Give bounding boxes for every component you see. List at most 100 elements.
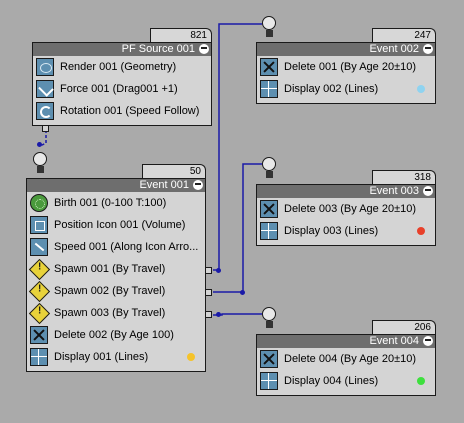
operator-delete-001[interactable]: Delete 001 (By Age 20±10) — [257, 56, 435, 78]
particle-count: 50 — [189, 166, 201, 177]
event-001-box[interactable]: Event 001 Birth 001 (0-100 T:100) Positi… — [26, 178, 206, 372]
operator-rotation[interactable]: Rotation 001 (Speed Follow) — [33, 100, 211, 122]
speed-icon — [30, 238, 48, 256]
render-icon — [36, 58, 54, 76]
spawn-icon — [28, 258, 51, 281]
operator-birth[interactable]: Birth 001 (0-100 T:100) — [27, 192, 205, 214]
operator-delete-004[interactable]: Delete 004 (By Age 20±10) — [257, 348, 435, 370]
node-title-bar[interactable]: Event 001 — [27, 179, 205, 192]
operator-label: Delete 003 (By Age 20±10) — [284, 203, 417, 215]
event-004-input-socket[interactable] — [262, 307, 276, 321]
particle-count-tab: 206 — [372, 320, 436, 334]
event-003-box[interactable]: Event 003 Delete 003 (By Age 20±10) Disp… — [256, 184, 436, 246]
delete-icon — [260, 200, 278, 218]
operator-label: Delete 004 (By Age 20±10) — [284, 353, 417, 365]
input-stem — [266, 171, 273, 178]
wire-spawn-002-to-event-003 — [213, 163, 262, 293]
event-002-input-socket[interactable] — [262, 16, 276, 30]
operator-label: Spawn 003 (By Travel) — [54, 307, 166, 319]
pf-source-box[interactable]: PF Source 001 Render 001 (Geometry) Forc… — [32, 42, 212, 126]
operator-label: Display 002 (Lines) — [284, 83, 379, 95]
wire-junction-dot — [37, 142, 42, 147]
particle-count: 821 — [190, 30, 207, 41]
particle-count-tab: 318 — [372, 170, 436, 184]
operator-speed[interactable]: Speed 001 (Along Icon Arro... — [27, 236, 205, 258]
spawn-001-output-port[interactable] — [205, 267, 212, 274]
operator-force[interactable]: Force 001 (Drag001 +1) — [33, 78, 211, 100]
wire-junction-dot — [216, 312, 221, 317]
operator-delete-003[interactable]: Delete 003 (By Age 20±10) — [257, 198, 435, 220]
operator-label: Spawn 001 (By Travel) — [54, 263, 166, 275]
operator-display-003[interactable]: Display 003 (Lines) — [257, 220, 435, 242]
event-003-input-socket[interactable] — [262, 157, 276, 171]
display-icon — [260, 372, 278, 390]
birth-icon — [30, 194, 48, 212]
node-title: Event 003 — [369, 185, 419, 197]
node-title-bar[interactable]: Event 002 — [257, 43, 435, 56]
node-title: Event 002 — [369, 43, 419, 55]
display-color-dot[interactable] — [417, 85, 425, 93]
spawn-icon — [28, 302, 51, 325]
particle-count: 247 — [414, 30, 431, 41]
operator-display-001[interactable]: Display 001 (Lines) — [27, 346, 205, 368]
node-title-bar[interactable]: Event 004 — [257, 335, 435, 348]
spawn-icon — [28, 280, 51, 303]
position-icon — [30, 216, 48, 234]
delete-icon — [260, 58, 278, 76]
delete-icon — [30, 326, 48, 344]
node-title-bar[interactable]: PF Source 001 — [33, 43, 211, 56]
skull-icon[interactable] — [423, 186, 433, 196]
operator-label: Rotation 001 (Speed Follow) — [60, 105, 200, 117]
display-color-dot[interactable] — [187, 353, 195, 361]
particle-count-tab: 821 — [150, 28, 212, 42]
particle-count-tab: 247 — [372, 28, 436, 42]
force-icon — [36, 80, 54, 98]
node-title: PF Source 001 — [121, 43, 195, 55]
operator-label: Speed 001 (Along Icon Arro... — [54, 241, 199, 253]
input-stem — [266, 30, 273, 37]
operator-label: Display 003 (Lines) — [284, 225, 379, 237]
wire-spawn-001-to-event-002 — [213, 23, 262, 271]
node-title-bar[interactable]: Event 003 — [257, 185, 435, 198]
node-title: Event 001 — [139, 179, 189, 191]
particle-count: 318 — [414, 172, 431, 183]
operator-label: Render 001 (Geometry) — [60, 61, 177, 73]
operator-render[interactable]: Render 001 (Geometry) — [33, 56, 211, 78]
operator-display-002[interactable]: Display 002 (Lines) — [257, 78, 435, 100]
particle-count: 206 — [414, 322, 431, 333]
skull-icon[interactable] — [423, 44, 433, 54]
output-port[interactable] — [42, 125, 49, 132]
skull-icon[interactable] — [199, 44, 209, 54]
delete-icon — [260, 350, 278, 368]
skull-icon[interactable] — [423, 336, 433, 346]
operator-label: Delete 001 (By Age 20±10) — [284, 61, 417, 73]
operator-spawn-002[interactable]: Spawn 002 (By Travel) — [27, 280, 205, 303]
operator-label: Force 001 (Drag001 +1) — [60, 83, 178, 95]
operator-spawn-001[interactable]: Spawn 001 (By Travel) — [27, 258, 205, 281]
particle-count-tab: 50 — [142, 164, 206, 178]
operator-label: Display 001 (Lines) — [54, 351, 149, 363]
rotation-icon — [36, 102, 54, 120]
operator-position-icon[interactable]: Position Icon 001 (Volume) — [27, 214, 205, 236]
event-002-box[interactable]: Event 002 Delete 001 (By Age 20±10) Disp… — [256, 42, 436, 104]
display-color-dot[interactable] — [417, 227, 425, 235]
operator-label: Display 004 (Lines) — [284, 375, 379, 387]
event-004-box[interactable]: Event 004 Delete 004 (By Age 20±10) Disp… — [256, 334, 436, 396]
wire-junction-dot — [240, 290, 245, 295]
operator-label: Spawn 002 (By Travel) — [54, 285, 166, 297]
display-icon — [260, 80, 278, 98]
node-title: Event 004 — [369, 335, 419, 347]
event-001-input-socket[interactable] — [33, 152, 47, 166]
operator-spawn-003[interactable]: Spawn 003 (By Travel) — [27, 302, 205, 325]
display-icon — [30, 348, 48, 366]
operator-display-004[interactable]: Display 004 (Lines) — [257, 370, 435, 392]
operator-label: Birth 001 (0-100 T:100) — [54, 197, 167, 209]
input-stem — [266, 321, 273, 328]
display-color-dot[interactable] — [417, 377, 425, 385]
skull-icon[interactable] — [193, 180, 203, 190]
wire-junction-dot — [216, 268, 221, 273]
spawn-002-output-port[interactable] — [205, 289, 212, 296]
operator-label: Delete 002 (By Age 100) — [54, 329, 174, 341]
spawn-003-output-port[interactable] — [205, 311, 212, 318]
operator-delete-002[interactable]: Delete 002 (By Age 100) — [27, 324, 205, 346]
